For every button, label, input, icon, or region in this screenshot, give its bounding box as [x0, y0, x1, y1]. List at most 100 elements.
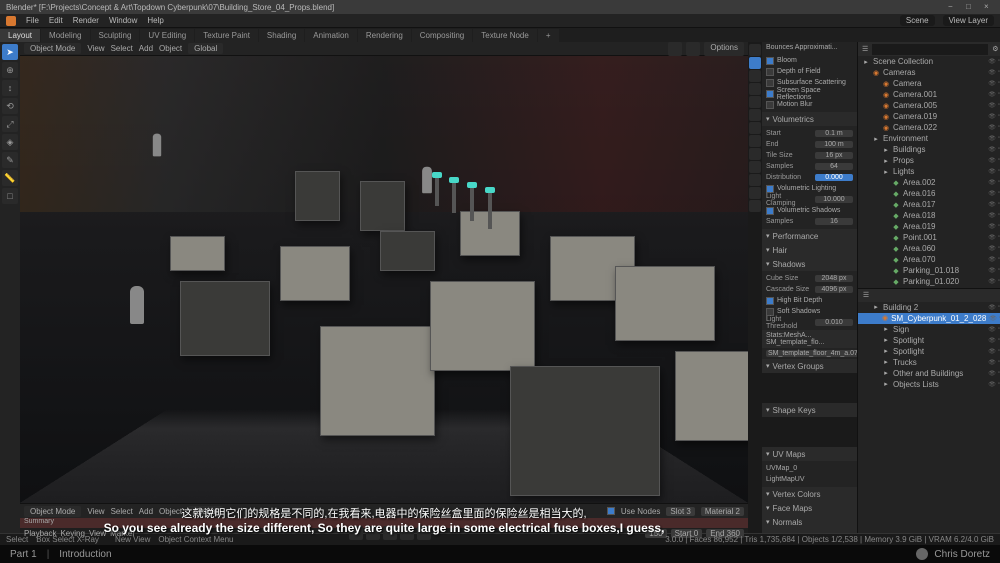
tab-uv[interactable]: UV Editing [140, 29, 194, 42]
nextkey-icon[interactable] [400, 526, 414, 540]
tree-item[interactable]: ◆Area.017👁▫ [858, 199, 1000, 210]
tl-orient[interactable]: Global [188, 506, 223, 517]
filter-icon[interactable]: ⚙ [992, 45, 998, 53]
tab-output[interactable] [749, 57, 761, 69]
light-thresh[interactable]: 0.010 [815, 319, 853, 326]
tl-view[interactable]: View [87, 507, 104, 516]
vh-add[interactable]: Add [139, 44, 153, 53]
menu-help[interactable]: Help [147, 16, 163, 25]
tree-item[interactable]: ▸Environment👁▫ [858, 133, 1000, 144]
tree-item[interactable]: ◉Camera.019👁▫ [858, 111, 1000, 122]
vlight-check[interactable] [766, 185, 774, 193]
softshadow-check[interactable] [766, 308, 774, 316]
tree-item[interactable]: ▸Trucks👁▫ [858, 357, 1000, 368]
tree-item[interactable]: ◆Area.016👁▫ [858, 188, 1000, 199]
annotate-tool[interactable]: ✎ [2, 152, 18, 168]
tree-item[interactable]: ▸Sign👁▫ [858, 324, 1000, 335]
tab-world[interactable] [749, 96, 761, 108]
tab-object[interactable] [749, 109, 761, 121]
tab-texpaint[interactable]: Texture Paint [195, 29, 258, 42]
tree-item[interactable]: ▸Objects Lists👁▫ [858, 379, 1000, 390]
orientation-dropdown[interactable]: Global [188, 43, 223, 54]
sss-check[interactable] [766, 79, 774, 87]
tree-item[interactable]: ◉Camera👁▫ [858, 78, 1000, 89]
vshadow-samples[interactable]: 16 [815, 218, 853, 225]
vshadow-check[interactable] [766, 207, 774, 215]
use-nodes-check[interactable] [607, 507, 615, 515]
normals-header[interactable]: Normals [762, 515, 857, 529]
vh-select[interactable]: Select [111, 44, 133, 53]
vol-start[interactable]: 0.1 m [815, 130, 853, 137]
tree-item[interactable]: ▸Props👁▫ [858, 155, 1000, 166]
vh-object[interactable]: Object [159, 44, 182, 53]
tab-physics[interactable] [749, 148, 761, 160]
tree-item[interactable]: ◉SM_Cyberpunk_01_2_028👁▫ [858, 313, 1000, 324]
minimize-icon[interactable]: − [948, 2, 958, 12]
material-field[interactable]: Material 2 [701, 507, 744, 516]
tree-item[interactable]: ▸Other and Buildings👁▫ [858, 368, 1000, 379]
tab-data[interactable] [749, 174, 761, 186]
options-dropdown[interactable]: Options [704, 42, 744, 56]
menu-edit[interactable]: Edit [49, 16, 63, 25]
tab-viewlayer[interactable] [749, 70, 761, 82]
highbit-check[interactable] [766, 297, 774, 305]
transform-tool[interactable]: ◈ [2, 134, 18, 150]
tab-rendering[interactable]: Rendering [358, 29, 411, 42]
tab-compositing[interactable]: Compositing [412, 29, 472, 42]
tree-item[interactable]: ▸Spotlight👁▫ [858, 346, 1000, 357]
tab-render[interactable] [749, 44, 761, 56]
cube-size[interactable]: 2048 px [815, 275, 853, 282]
outliner-search[interactable] [872, 44, 988, 55]
tab-add[interactable]: + [538, 29, 559, 42]
tab-material[interactable] [749, 187, 761, 199]
prevkey-icon[interactable] [366, 526, 380, 540]
tree-item[interactable]: ▸Spotlight👁▫ [858, 335, 1000, 346]
vol-samples[interactable]: 64 [815, 163, 853, 170]
tab-modifier[interactable] [749, 122, 761, 134]
tl-mode[interactable]: Object Mode [24, 506, 81, 517]
vol-clamp[interactable]: 10.000 [815, 196, 853, 203]
shapekeys-header[interactable]: Shape Keys [762, 403, 857, 417]
cascade-size[interactable]: 4096 px [815, 286, 853, 293]
tab-scene[interactable] [749, 83, 761, 95]
object-name-field[interactable]: SM_template_floor_4m_a.077 [766, 350, 858, 357]
tree-item[interactable]: ▸Lights👁▫ [858, 166, 1000, 177]
tab-animation[interactable]: Animation [305, 29, 357, 42]
tab-modeling[interactable]: Modeling [41, 29, 89, 42]
tab-particle[interactable] [749, 135, 761, 147]
menu-render[interactable]: Render [73, 16, 99, 25]
vcolors-header[interactable]: Vertex Colors [762, 487, 857, 501]
vol-dist[interactable]: 0.000 [815, 174, 853, 181]
dof-check[interactable] [766, 68, 774, 76]
viewlayer-selector[interactable]: View Layer [943, 15, 994, 26]
menu-file[interactable]: File [26, 16, 39, 25]
addcube-tool[interactable]: □ [2, 188, 18, 204]
close-icon[interactable]: × [984, 2, 994, 12]
facemaps-header[interactable]: Face Maps [762, 501, 857, 515]
mb-check[interactable] [766, 101, 774, 109]
outliner-tree-2[interactable]: ▸Building 2👁▫◉SM_Cyberpunk_01_2_028👁▫▸Si… [858, 302, 1000, 534]
tree-item[interactable]: ▸Building 2👁▫ [858, 302, 1000, 313]
tree-item[interactable]: ◉Camera.005👁▫ [858, 100, 1000, 111]
outliner-tree[interactable]: ▸Scene Collection👁▫◉Cameras👁▫◉Camera👁▫◉C… [858, 56, 1000, 288]
attrs-header[interactable]: Attributes [762, 529, 857, 533]
3d-viewport[interactable] [20, 56, 748, 503]
jumpend-icon[interactable] [417, 526, 431, 540]
ssr-check[interactable] [766, 90, 774, 98]
move-tool[interactable]: ↕ [2, 80, 18, 96]
snap-icon[interactable] [668, 42, 682, 56]
measure-tool[interactable]: 📏 [2, 170, 18, 186]
mode-dropdown[interactable]: Object Mode [24, 43, 81, 54]
scale-tool[interactable]: ⤢ [2, 116, 18, 132]
tl-select[interactable]: Select [111, 507, 133, 516]
vol-tile[interactable]: 16 px [815, 152, 853, 159]
tree-item[interactable]: ◆Parking_01.020👁▫ [858, 276, 1000, 287]
tree-item[interactable]: ◆Parking_01.018👁▫ [858, 265, 1000, 276]
tab-texture[interactable] [749, 200, 761, 212]
maximize-icon[interactable]: □ [966, 2, 976, 12]
select-tool[interactable]: ➤ [2, 44, 18, 60]
shadows-header[interactable]: Shadows [762, 257, 857, 271]
tree-item[interactable]: ▸Scene Collection👁▫ [858, 56, 1000, 67]
scene-selector[interactable]: Scene [900, 15, 935, 26]
tl-add[interactable]: Add [139, 507, 153, 516]
